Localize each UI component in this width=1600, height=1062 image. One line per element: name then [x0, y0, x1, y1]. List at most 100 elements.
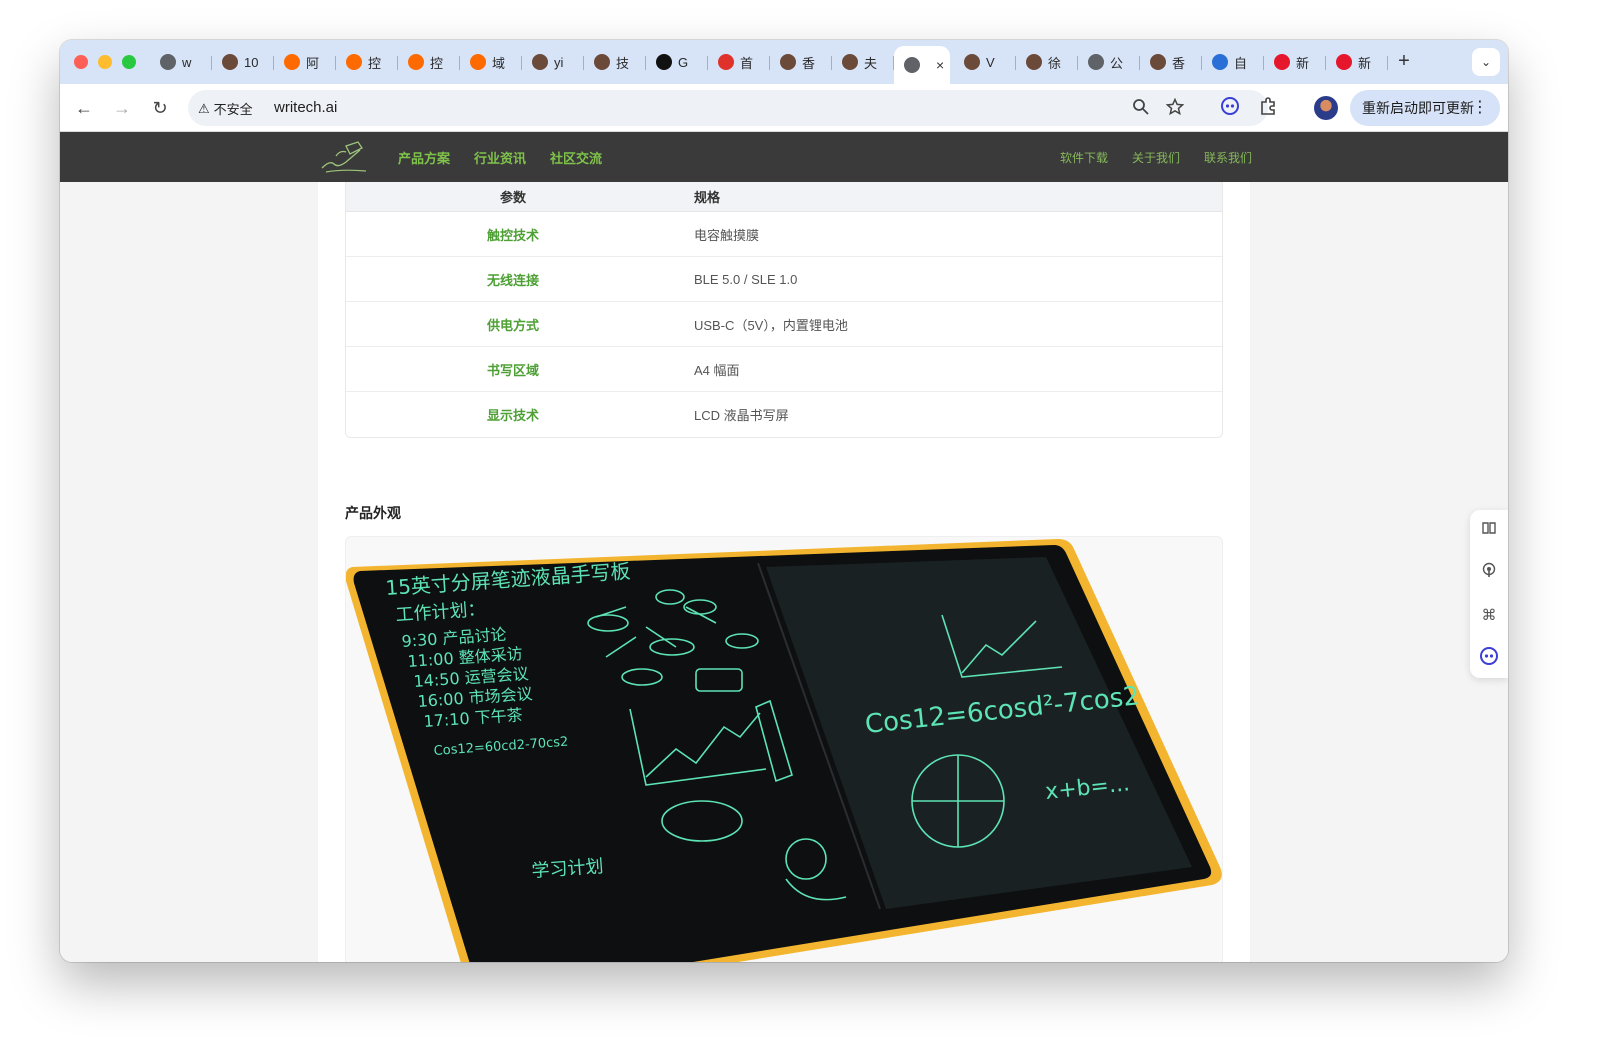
browser-tab[interactable]: 新	[1326, 48, 1388, 76]
browser-tab[interactable]: 徐	[1016, 48, 1078, 76]
globe-icon	[904, 57, 920, 73]
podcast-icon[interactable]	[1477, 562, 1501, 586]
command-icon[interactable]: ⌘	[1477, 604, 1501, 628]
avatar-icon	[964, 54, 980, 70]
spec-cell: LCD 液晶书写屏	[694, 408, 789, 423]
browser-tab[interactable]: yi	[522, 48, 584, 76]
tab-title: 首	[740, 55, 754, 71]
table-row: 显示技术 LCD 液晶书写屏	[346, 392, 1222, 437]
browser-tab[interactable]: 域	[460, 48, 522, 76]
forward-button[interactable]: →	[110, 96, 134, 120]
bracket-icon	[470, 54, 486, 70]
browser-tab[interactable]: 控	[336, 48, 398, 76]
spec-cell: A4 幅面	[694, 362, 740, 378]
tab-title: 公	[1110, 55, 1124, 71]
bracket-icon	[408, 54, 424, 70]
avatar-icon	[842, 54, 858, 70]
nav-link[interactable]: 社区交流	[550, 148, 602, 167]
browser-tab[interactable]: 首	[708, 48, 770, 76]
param-cell: 显示技术	[486, 408, 539, 423]
back-button[interactable]: ←	[72, 96, 96, 120]
browser-toolbar: ← → ↻ ⚠ 不安全 writech.ai 重新启动即可更新 ⋮	[60, 84, 1508, 132]
nav-link-secondary[interactable]: 联系我们	[1204, 149, 1252, 166]
tab-title: yi	[554, 54, 564, 70]
warning-icon: ⚠	[198, 100, 210, 116]
bracket-icon	[346, 54, 362, 70]
minimize-window-button[interactable]	[98, 55, 112, 69]
browser-tab[interactable]: V	[954, 48, 1016, 76]
header-param: 参数	[499, 190, 526, 205]
browser-tab[interactable]: 技	[584, 48, 646, 76]
url-text[interactable]: writech.ai	[274, 99, 337, 116]
profile-avatar[interactable]	[1314, 96, 1338, 120]
spec-table: 参数 规格 触控技术 电容触摸膜 无线连接 BLE 5.0 / SLE 1.0 供电方式…	[345, 182, 1223, 438]
browser-tab[interactable]: 新	[1264, 48, 1326, 76]
browser-tab[interactable]: 公	[1078, 48, 1140, 76]
param-cell: 供电方式	[486, 317, 539, 333]
browser-tab[interactable]: 阿	[274, 48, 336, 76]
tab-title: 控	[430, 55, 444, 71]
browser-tab[interactable]: 10	[212, 48, 274, 76]
zoom-icon[interactable]	[1132, 98, 1150, 121]
avatar-icon	[1150, 54, 1166, 70]
tablet-illustration: 15英寸分屏笔迹液晶手写板工作计划：9:30 产品讨论11:00 整体采访14:…	[346, 539, 1222, 962]
primary-nav: 产品方案 行业资讯 社区交流	[398, 132, 602, 182]
main-content: 参数 规格 触控技术 电容触摸膜 无线连接 BLE 5.0 / SLE 1.0 供电方式…	[318, 182, 1250, 962]
reload-button[interactable]: ↻	[148, 96, 172, 120]
bookmark-star-icon[interactable]	[1165, 97, 1185, 121]
nav-link-secondary[interactable]: 软件下载	[1060, 149, 1108, 166]
bracket-icon	[284, 54, 300, 70]
close-window-button[interactable]	[74, 55, 88, 69]
browser-tab[interactable]: 香	[770, 48, 832, 76]
weibo-icon	[1336, 54, 1352, 70]
product-image: 15英寸分屏笔迹液晶手写板 工作计划： 9:30 产品讨论 11:00 整体采访 14:…	[345, 536, 1223, 962]
tab-title: 技	[616, 55, 630, 71]
avatar-icon	[594, 54, 610, 70]
browser-tab[interactable]: 夫	[832, 48, 894, 76]
tab-title: V	[986, 54, 995, 70]
site-header: 产品方案 行业资讯 社区交流 软件下载 关于我们 联系我们	[60, 132, 1508, 182]
nav-link[interactable]: 行业资讯	[474, 148, 526, 167]
tab-title: 新	[1296, 55, 1310, 71]
browser-menu-icon[interactable]: ⋮	[1472, 90, 1488, 126]
spec-table-header: 参数 规格	[346, 182, 1222, 212]
param-cell: 触控技术	[486, 227, 539, 243]
browser-tab[interactable]: ×	[894, 46, 950, 84]
table-row: 书写区域 A4 幅面	[346, 347, 1222, 392]
avatar-icon	[780, 54, 796, 70]
table-row: 供电方式 USB-C（5V），内置锂电池	[346, 302, 1222, 347]
nav-link[interactable]: 产品方案	[398, 148, 450, 167]
extensions-puzzle-icon[interactable]	[1256, 96, 1280, 120]
browser-tab[interactable]: 香	[1140, 48, 1202, 76]
weibo-icon	[1274, 54, 1290, 70]
brand-icon	[1212, 54, 1228, 70]
secondary-nav: 软件下载 关于我们 联系我们	[1060, 132, 1252, 182]
browser-tab[interactable]: G	[646, 48, 708, 76]
brand-icon	[718, 54, 734, 70]
tab-title: 香	[1172, 55, 1186, 71]
restart-update-button[interactable]: 重新启动即可更新 ⋮	[1350, 90, 1500, 126]
spec-cell: BLE 5.0 / SLE 1.0	[694, 271, 798, 287]
section-title-appearance: 产品外观	[345, 505, 401, 521]
tab-title: 阿	[306, 55, 320, 71]
assistant-icon[interactable]	[1477, 646, 1501, 670]
browser-tab[interactable]: 自	[1202, 48, 1264, 76]
nav-link-secondary[interactable]: 关于我们	[1132, 149, 1180, 166]
new-tab-button[interactable]: +	[1392, 50, 1416, 73]
tab-title: 控	[368, 55, 382, 71]
tab-title: w	[182, 54, 192, 70]
book-icon[interactable]	[1477, 520, 1501, 544]
security-indicator[interactable]: ⚠ 不安全	[198, 99, 253, 118]
tab-search-button[interactable]: ⌄	[1472, 48, 1500, 76]
tab-strip: w 10 阿 控 控 域 yi 技 G 首 香 夫 × V 徐 公 香 自 新 新 + ⌄	[60, 40, 1508, 84]
maximize-window-button[interactable]	[122, 55, 136, 69]
close-tab-icon[interactable]: ×	[936, 57, 944, 73]
table-row: 无线连接 BLE 5.0 / SLE 1.0	[346, 257, 1222, 302]
extension-assistant-icon[interactable]	[1218, 96, 1242, 120]
globe-icon	[1088, 54, 1104, 70]
browser-tab[interactable]: 控	[398, 48, 460, 76]
address-bar[interactable]: ⚠ 不安全 writech.ai	[188, 90, 1268, 126]
globe-icon	[160, 54, 176, 70]
browser-tab[interactable]: w	[150, 48, 212, 76]
site-logo[interactable]	[316, 138, 370, 176]
